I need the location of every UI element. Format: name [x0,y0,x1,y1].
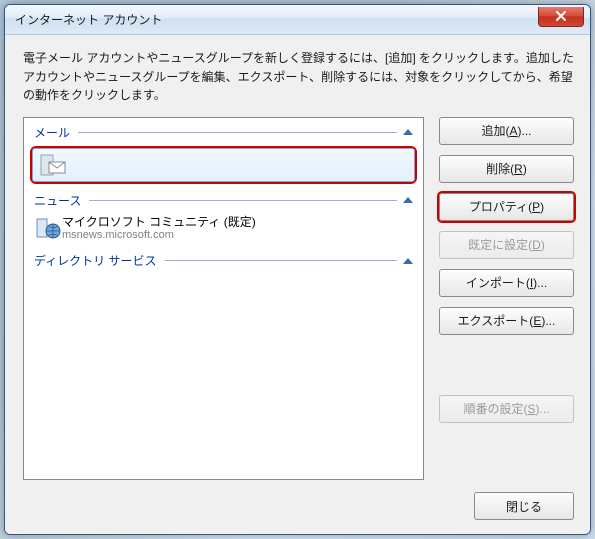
news-entry-sub: msnews.microsoft.com [62,229,256,242]
chevron-up-icon [403,129,413,135]
section-header-mail[interactable]: メール [28,122,419,143]
accounts-list[interactable]: メール [23,117,424,480]
dialog-body: 電子メール アカウントやニュースグループを新しく登録するには、[追加] をクリッ… [5,35,590,534]
window-title: インターネット アカウント [15,11,162,28]
close-icon [555,11,567,21]
section-label: メール [34,124,70,141]
chevron-up-icon [403,258,413,264]
news-entry-label: マイクロソフト コミュニティ (既定) [62,215,256,229]
set-default-button: 既定に設定(D) [439,231,574,259]
bottom-bar: 閉じる [23,480,574,520]
content-row: メール [23,117,574,480]
add-button[interactable]: 追加(A)... [439,117,574,145]
import-button[interactable]: インポート(I)... [439,269,574,297]
section-header-news[interactable]: ニュース [28,190,419,211]
section-label: ニュース [34,192,81,209]
close-button[interactable]: 閉じる [474,492,574,520]
section-header-directory[interactable]: ディレクトリ サービス [28,250,419,271]
remove-button[interactable]: 削除(R) [439,155,574,183]
chevron-up-icon [403,197,413,203]
news-server-icon [34,217,62,241]
properties-button[interactable]: プロパティ(P) [439,193,574,221]
dialog-window: インターネット アカウント 電子メール アカウントやニュースグループを新しく登録… [4,4,591,535]
titlebar: インターネット アカウント [5,5,590,35]
mail-icon [39,153,67,177]
order-button: 順番の設定(S)... [439,395,574,423]
news-account-entry[interactable]: マイクロソフト コミュニティ (既定) msnews.microsoft.com [28,211,419,247]
highlight-frame-mail-entry [30,146,417,184]
section-label: ディレクトリ サービス [34,252,157,269]
export-button[interactable]: エクスポート(E)... [439,307,574,335]
mail-account-entry[interactable] [32,148,415,182]
button-column: 追加(A)... 削除(R) プロパティ(P) 既定に設定(D) インポート(I… [439,117,574,480]
instructions-text: 電子メール アカウントやニュースグループを新しく登録するには、[追加] をクリッ… [23,49,574,105]
window-close-button[interactable] [538,7,584,27]
